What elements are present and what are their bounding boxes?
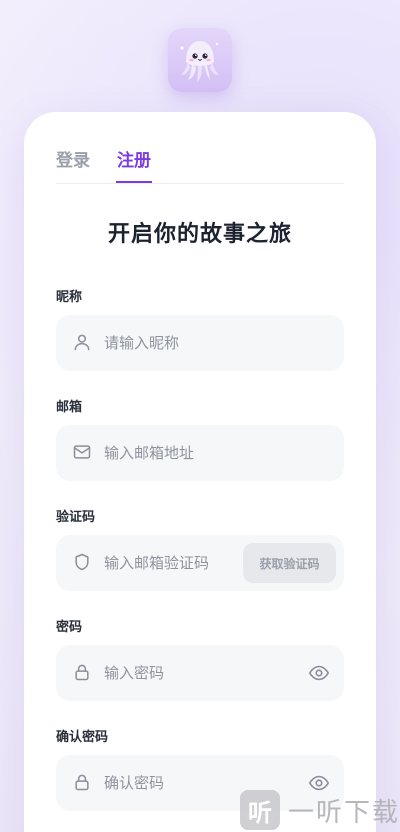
eye-icon[interactable] xyxy=(308,662,330,684)
email-field xyxy=(56,425,344,481)
watermark-text: 一听下载 xyxy=(288,797,400,828)
tab-login[interactable]: 登录 xyxy=(56,146,90,183)
get-code-button[interactable]: 获取验证码 xyxy=(243,543,336,583)
code-label: 验证码 xyxy=(56,510,96,525)
lock-icon xyxy=(75,774,89,791)
page-title: 开启你的故事之旅 xyxy=(107,222,292,247)
app-logo xyxy=(168,28,232,92)
password-input[interactable] xyxy=(104,645,294,701)
user-icon xyxy=(74,334,90,351)
email-input[interactable] xyxy=(104,425,294,481)
password-field xyxy=(56,645,344,701)
nickname-input[interactable] xyxy=(104,315,294,371)
register-card: 登录 注册 开启你的故事之旅 昵称 邮箱 验证码 获取验证码 密码 xyxy=(24,112,376,832)
email-label: 邮箱 xyxy=(56,400,83,415)
watermark: 听 一听下载 xyxy=(240,788,400,832)
lock-icon xyxy=(75,664,89,681)
nickname-label: 昵称 xyxy=(56,290,83,305)
octopus-mascot-icon xyxy=(180,41,219,82)
password-label: 密码 xyxy=(56,620,83,635)
confirm-password-label: 确认密码 xyxy=(56,730,109,745)
auth-tabs: 登录 注册 xyxy=(56,142,344,184)
nickname-field xyxy=(56,315,344,371)
tab-register[interactable]: 注册 xyxy=(116,146,152,183)
mail-icon xyxy=(73,445,91,459)
code-input[interactable] xyxy=(104,535,234,591)
watermark-logo: 听 xyxy=(240,790,280,830)
shield-icon xyxy=(75,553,89,571)
code-field: 获取验证码 xyxy=(56,535,344,591)
